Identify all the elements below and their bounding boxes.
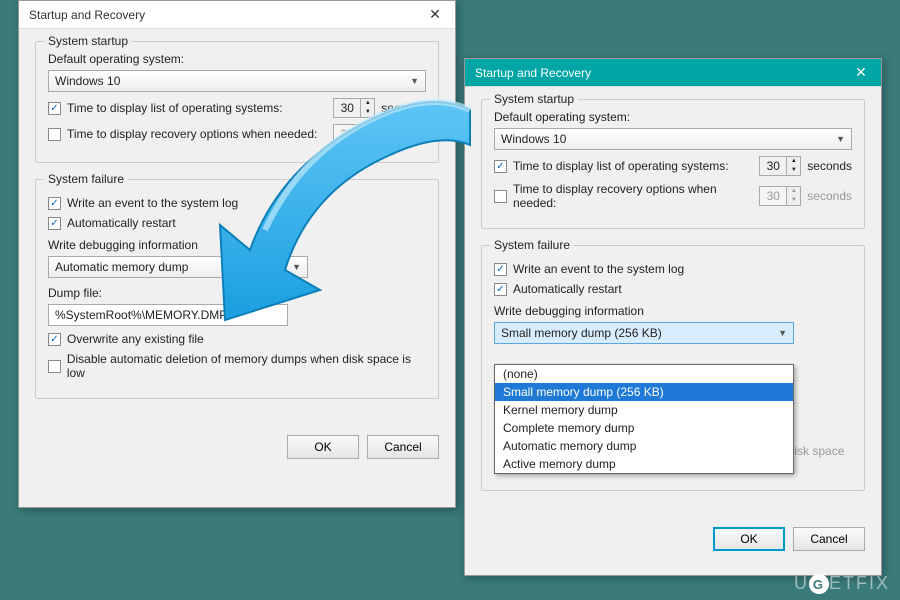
event-log-label: Write an event to the system log (67, 196, 238, 210)
auto-restart-checkbox[interactable]: ✓ (494, 283, 507, 296)
watermark: UGETFIX (794, 573, 890, 595)
chevron-down-icon: ▼ (836, 134, 845, 144)
time-recovery-label: Time to display recovery options when ne… (513, 182, 753, 210)
default-os-select[interactable]: Windows 10 ▼ (494, 128, 852, 150)
window-title: Startup and Recovery (475, 66, 591, 80)
disable-delete-checkbox[interactable] (48, 360, 61, 373)
time-recovery-checkbox[interactable] (494, 190, 507, 203)
input-value: %SystemRoot%\MEMORY.DMP (55, 308, 227, 322)
time-list-spinner[interactable]: 30 ▲▼ (759, 156, 801, 176)
default-os-label: Default operating system: (48, 52, 426, 66)
spinner-buttons: ▲▼ (360, 125, 374, 143)
time-recovery-checkbox[interactable] (48, 128, 61, 141)
dropdown-option[interactable]: Active memory dump (495, 455, 793, 473)
spinner-value: 30 (760, 157, 786, 175)
system-startup-group: System startup Default operating system:… (35, 41, 439, 163)
auto-restart-label: Automatically restart (67, 216, 176, 230)
write-debug-label: Write debugging information (494, 304, 852, 318)
time-recovery-label: Time to display recovery options when ne… (67, 127, 327, 141)
button-row: OK Cancel (465, 519, 881, 559)
time-list-checkbox[interactable]: ✓ (48, 102, 61, 115)
down-icon: ▼ (361, 134, 374, 143)
spinner-value: 30 (334, 125, 360, 143)
titlebar[interactable]: Startup and Recovery ✕ (465, 59, 881, 87)
startup-recovery-dialog-2: Startup and Recovery ✕ System startup De… (464, 58, 882, 576)
default-os-label: Default operating system: (494, 110, 852, 124)
chevron-down-icon: ▼ (410, 76, 419, 86)
select-value: Windows 10 (501, 132, 566, 146)
dump-file-input[interactable]: %SystemRoot%\MEMORY.DMP (48, 304, 288, 326)
time-list-label: Time to display list of operating system… (67, 101, 327, 115)
chevron-down-icon: ▼ (778, 328, 787, 338)
auto-restart-checkbox[interactable]: ✓ (48, 217, 61, 230)
ok-button[interactable]: OK (287, 435, 359, 459)
event-log-checkbox[interactable]: ✓ (494, 263, 507, 276)
select-value: Small memory dump (256 KB) (501, 326, 662, 340)
dropdown-option[interactable]: Complete memory dump (495, 419, 793, 437)
up-icon[interactable]: ▲ (361, 99, 374, 108)
time-list-checkbox[interactable]: ✓ (494, 160, 507, 173)
debug-dropdown-list[interactable]: (none)Small memory dump (256 KB)Kernel m… (494, 364, 794, 474)
auto-restart-label: Automatically restart (513, 282, 622, 296)
dropdown-option[interactable]: Automatic memory dump (495, 437, 793, 455)
startup-recovery-dialog-1: Startup and Recovery ✕ System startup De… (18, 0, 456, 508)
disable-delete-label: Disable automatic deletion of memory dum… (67, 352, 426, 380)
spinner-value: 30 (334, 99, 360, 117)
down-icon[interactable]: ▼ (787, 166, 800, 175)
dump-file-label: Dump file: (48, 286, 426, 300)
spinner-value: 30 (760, 187, 786, 205)
time-list-label: Time to display list of operating system… (513, 159, 753, 173)
down-icon[interactable]: ▼ (361, 108, 374, 117)
write-debug-label: Write debugging information (48, 238, 426, 252)
down-icon: ▼ (787, 196, 800, 205)
system-failure-group: System failure ✓ Write an event to the s… (481, 245, 865, 491)
group-legend: System startup (44, 34, 132, 48)
dialog-body: System startup Default operating system:… (19, 29, 455, 427)
spinner-buttons[interactable]: ▲▼ (786, 157, 800, 175)
seconds-label: seconds (807, 159, 852, 173)
up-icon: ▲ (787, 187, 800, 196)
dropdown-option[interactable]: Kernel memory dump (495, 401, 793, 419)
up-icon[interactable]: ▲ (787, 157, 800, 166)
system-startup-group: System startup Default operating system:… (481, 99, 865, 229)
time-list-spinner[interactable]: 30 ▲▼ (333, 98, 375, 118)
up-icon: ▲ (361, 125, 374, 134)
spinner-buttons[interactable]: ▲▼ (360, 99, 374, 117)
group-legend: System failure (490, 238, 574, 252)
chevron-down-icon: ▼ (292, 262, 301, 272)
close-icon[interactable]: ✕ (421, 6, 449, 23)
cancel-button[interactable]: Cancel (367, 435, 439, 459)
overwrite-label: Overwrite any existing file (67, 332, 204, 346)
button-row: OK Cancel (19, 427, 455, 467)
default-os-select[interactable]: Windows 10 ▼ (48, 70, 426, 92)
dialog-body: System startup Default operating system:… (465, 87, 881, 519)
window-title: Startup and Recovery (29, 8, 145, 22)
dropdown-option[interactable]: Small memory dump (256 KB) (495, 383, 793, 401)
event-log-checkbox[interactable]: ✓ (48, 197, 61, 210)
debug-info-select[interactable]: Automatic memory dump ▼ (48, 256, 308, 278)
group-legend: System startup (490, 92, 578, 106)
cancel-button[interactable]: Cancel (793, 527, 865, 551)
ok-button[interactable]: OK (713, 527, 785, 551)
debug-info-select[interactable]: Small memory dump (256 KB) ▼ (494, 322, 794, 344)
titlebar[interactable]: Startup and Recovery ✕ (19, 1, 455, 29)
time-recovery-spinner: 30 ▲▼ (333, 124, 375, 144)
seconds-label: seconds (807, 189, 852, 203)
group-legend: System failure (44, 172, 128, 186)
time-recovery-spinner: 30 ▲▼ (759, 186, 801, 206)
event-log-label: Write an event to the system log (513, 262, 684, 276)
dropdown-option[interactable]: (none) (495, 365, 793, 383)
select-value: Automatic memory dump (55, 260, 188, 274)
spinner-buttons: ▲▼ (786, 187, 800, 205)
select-value: Windows 10 (55, 74, 120, 88)
close-icon[interactable]: ✕ (847, 64, 875, 81)
overwrite-checkbox[interactable]: ✓ (48, 333, 61, 346)
seconds-label: seconds (381, 101, 426, 115)
system-failure-group: System failure ✓ Write an event to the s… (35, 179, 439, 399)
seconds-label: seconds (381, 127, 426, 141)
